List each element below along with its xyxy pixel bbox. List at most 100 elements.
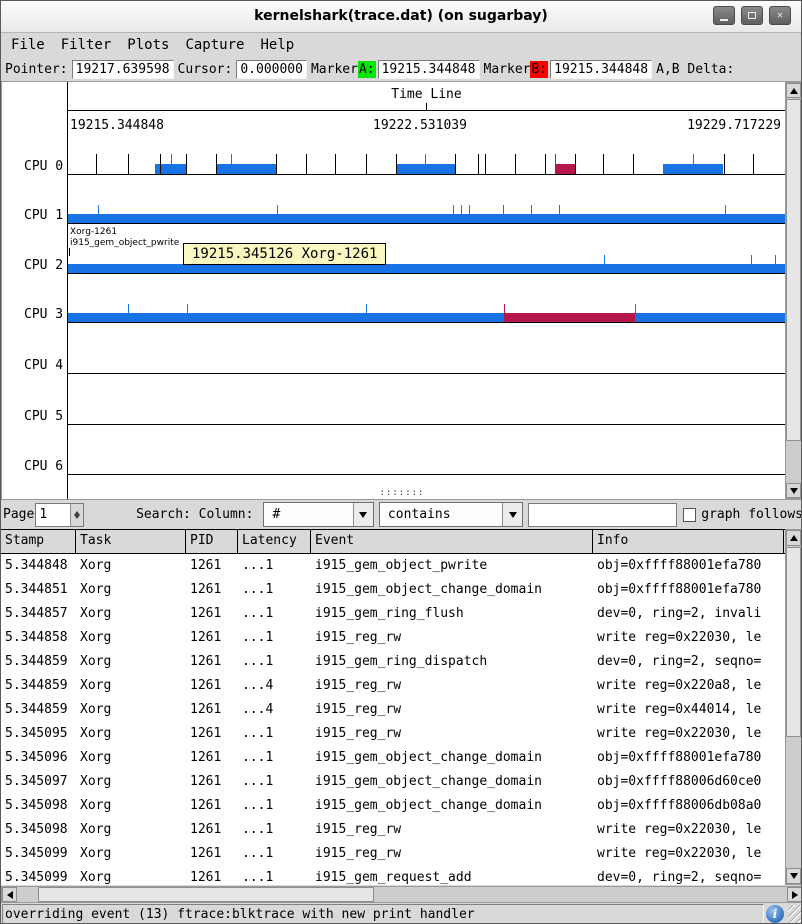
cell-info: write reg=0x22030, le xyxy=(593,818,784,842)
menu-help[interactable]: Help xyxy=(260,37,294,57)
table-row[interactable]: 5.344851Xorg1261...1i915_gem_object_chan… xyxy=(1,578,785,602)
page-spin-up-button[interactable] xyxy=(71,504,83,515)
cpu-0-bar xyxy=(555,164,575,174)
table-row[interactable]: 5.345095Xorg1261...1i915_reg_rwwrite reg… xyxy=(1,722,785,746)
cpu-bar-2 xyxy=(68,264,785,273)
page-label: Page xyxy=(3,507,34,522)
event-tick xyxy=(160,154,161,174)
cell-task: Xorg xyxy=(76,626,186,650)
cell-event: i915_reg_rw xyxy=(311,842,593,866)
event-tick xyxy=(545,154,546,174)
minimize-button[interactable] xyxy=(713,6,735,25)
graph-scroll-thumb[interactable] xyxy=(786,99,801,441)
list-scroll-up-button[interactable] xyxy=(786,530,801,546)
cell-stamp: 5.344858 xyxy=(1,626,76,650)
header-cell-latency[interactable]: Latency xyxy=(238,530,311,553)
page-spin-down-button[interactable] xyxy=(71,515,83,526)
event-tick xyxy=(96,154,97,174)
header-cell-task[interactable]: Task xyxy=(76,530,186,553)
resize-grip[interactable] xyxy=(788,905,802,923)
cell-info: write reg=0x22030, le xyxy=(593,842,784,866)
menu-capture[interactable]: Capture xyxy=(185,37,244,57)
cell-latency: ...1 xyxy=(238,650,311,674)
cell-task: Xorg xyxy=(76,650,186,674)
event-tick xyxy=(396,154,397,174)
pointer-bar: Pointer: 19217.639598 Cursor: 0.000000 M… xyxy=(1,57,801,81)
table-row[interactable]: 5.344848Xorg1261...1i915_gem_object_pwri… xyxy=(1,554,785,578)
cell-event: i915_reg_rw xyxy=(311,674,593,698)
table-row[interactable]: 5.345098Xorg1261...1i915_gem_object_chan… xyxy=(1,794,785,818)
list-scroll-down-button[interactable] xyxy=(786,868,801,884)
graph-tooltip: 19215.345126 Xorg-1261 xyxy=(183,243,386,265)
cell-latency: ...1 xyxy=(238,722,311,746)
table-row[interactable]: 5.345099Xorg1261...1i915_gem_request_add… xyxy=(1,866,785,885)
cell-pid: 1261 xyxy=(186,722,238,746)
list-scroll-thumb[interactable] xyxy=(786,547,801,737)
page-spinner-buttons xyxy=(70,504,83,526)
search-input[interactable] xyxy=(528,503,677,527)
table-row[interactable]: 5.344858Xorg1261...1i915_reg_rwwrite reg… xyxy=(1,626,785,650)
cell-pid: 1261 xyxy=(186,746,238,770)
event-tick xyxy=(555,154,556,174)
close-button[interactable]: ✕ xyxy=(769,6,791,25)
header-cell-pid[interactable]: PID xyxy=(186,530,238,553)
pane-splitter-handle[interactable]: ::::::: xyxy=(2,490,802,499)
titlebar[interactable]: kernelshark(trace.dat) (on sugarbay) ✕ xyxy=(1,1,801,33)
cell-stamp: 5.345097 xyxy=(1,770,76,794)
minimize-icon xyxy=(720,19,728,21)
maximize-button[interactable] xyxy=(741,6,763,25)
menu-file[interactable]: File xyxy=(11,37,45,57)
menu-plots[interactable]: Plots xyxy=(127,37,169,57)
list-vscrollbar[interactable] xyxy=(785,529,802,885)
event-tick xyxy=(128,304,129,313)
match-select[interactable]: contains xyxy=(379,502,523,527)
event-tick xyxy=(531,205,532,214)
column-select[interactable]: # xyxy=(263,502,373,527)
cpu-label-6: CPU 6 xyxy=(24,459,63,474)
cell-stamp: 5.344848 xyxy=(1,554,76,578)
timeline-plot[interactable]: Time Line 19215.344848 19222.531039 1922… xyxy=(67,82,785,499)
table-row[interactable]: 5.345099Xorg1261...1i915_reg_rwwrite reg… xyxy=(1,842,785,866)
table-row[interactable]: 5.345097Xorg1261...1i915_gem_object_chan… xyxy=(1,770,785,794)
cell-pid: 1261 xyxy=(186,626,238,650)
event-tick xyxy=(724,154,725,174)
cell-event: i915_gem_request_add xyxy=(311,866,593,885)
table-row[interactable]: 5.344859Xorg1261...4i915_reg_rwwrite reg… xyxy=(1,698,785,722)
cell-info: obj=0xffff88001efa780 xyxy=(593,746,784,770)
axis-time-left: 19215.344848 xyxy=(70,118,164,133)
cell-latency: ...1 xyxy=(238,818,311,842)
cpu-baseline-0 xyxy=(68,174,785,175)
cell-pid: 1261 xyxy=(186,602,238,626)
header-cell-event[interactable]: Event xyxy=(311,530,593,553)
event-tick xyxy=(306,154,307,174)
list-scroll-left-button[interactable] xyxy=(2,887,17,902)
header-cell-stamp[interactable]: Stamp xyxy=(1,530,76,553)
event-tick xyxy=(366,304,367,313)
hscroll-thumb[interactable] xyxy=(38,887,374,902)
table-row[interactable]: 5.345096Xorg1261...1i915_gem_object_chan… xyxy=(1,746,785,770)
graph-vscrollbar[interactable] xyxy=(785,82,802,499)
table-row[interactable]: 5.344859Xorg1261...1i915_gem_ring_dispat… xyxy=(1,650,785,674)
header-cell-info[interactable]: Info xyxy=(593,530,784,553)
cell-info: obj=0xffff88001efa780 xyxy=(593,554,784,578)
graph-scroll-up-button[interactable] xyxy=(786,83,801,98)
list-hscrollbar[interactable] xyxy=(1,886,802,903)
page-spinner[interactable]: 1 xyxy=(35,503,84,527)
cell-task: Xorg xyxy=(76,746,186,770)
list-scroll-right-button[interactable] xyxy=(787,887,802,902)
cell-task: Xorg xyxy=(76,818,186,842)
event-tick xyxy=(187,304,188,313)
graph-follows-checkbox[interactable] xyxy=(683,508,696,522)
timeline-title: Time Line xyxy=(68,87,785,102)
cpu-label-3: CPU 3 xyxy=(24,307,63,322)
cell-task: Xorg xyxy=(76,602,186,626)
table-row[interactable]: 5.345098Xorg1261...1i915_reg_rwwrite reg… xyxy=(1,818,785,842)
info-icon[interactable]: i xyxy=(766,905,784,923)
cpu-3-overlay-bar xyxy=(504,313,635,322)
cpu-bar-3 xyxy=(68,313,785,322)
menu-filter[interactable]: Filter xyxy=(61,37,112,57)
table-row[interactable]: 5.344859Xorg1261...4i915_reg_rwwrite reg… xyxy=(1,674,785,698)
page-value: 1 xyxy=(39,507,47,522)
table-row[interactable]: 5.344857Xorg1261...1i915_gem_ring_flushd… xyxy=(1,602,785,626)
arrow-left-icon xyxy=(7,891,13,899)
